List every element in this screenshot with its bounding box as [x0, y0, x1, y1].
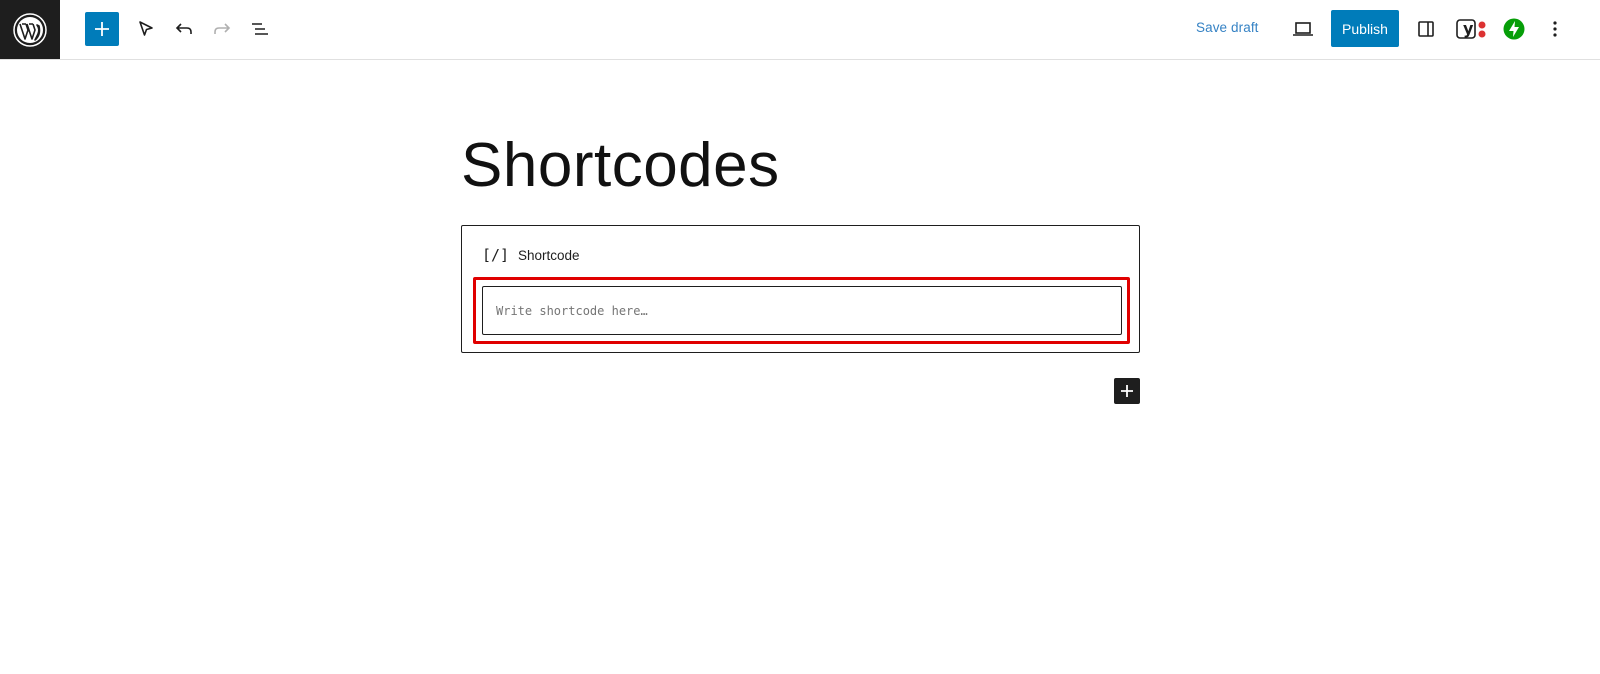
list-view-icon — [252, 23, 268, 35]
sidebar-settings-icon — [1418, 21, 1434, 37]
jetpack-bolt-icon — [1503, 18, 1525, 40]
save-draft-button[interactable]: Save draft — [1196, 20, 1259, 35]
shortcode-input[interactable] — [482, 286, 1122, 335]
redo-button[interactable] — [204, 11, 240, 47]
svg-text:y: y — [1463, 19, 1474, 38]
yoast-seo-icon: y — [1456, 19, 1486, 39]
undo-button[interactable] — [166, 11, 202, 47]
options-button[interactable] — [1537, 11, 1573, 47]
plus-icon — [1121, 385, 1133, 397]
plus-icon — [95, 22, 109, 36]
publish-button[interactable]: Publish — [1331, 10, 1399, 47]
document-overview-button[interactable] — [242, 11, 278, 47]
undo-icon — [175, 23, 192, 34]
preview-button[interactable] — [1285, 11, 1321, 47]
shortcode-block[interactable]: [/] Shortcode — [461, 225, 1140, 353]
select-pointer-icon — [139, 21, 153, 36]
more-vertical-icon — [1553, 21, 1557, 37]
redo-icon — [214, 23, 231, 34]
jetpack-button[interactable] — [1496, 11, 1532, 47]
wordpress-logo-icon[interactable] — [0, 0, 60, 59]
laptop-preview-icon — [1293, 22, 1313, 36]
settings-button[interactable] — [1408, 11, 1444, 47]
inline-add-block-button[interactable] — [1114, 378, 1140, 404]
editor-header: Save draft Publish y — [0, 0, 1600, 60]
shortcode-icon: [/] — [482, 246, 510, 264]
post-title[interactable]: Shortcodes — [461, 130, 780, 201]
select-tool-button[interactable] — [128, 11, 164, 47]
block-label: Shortcode — [518, 247, 580, 263]
block-header: [/] Shortcode — [482, 246, 580, 264]
highlight-box — [473, 277, 1130, 344]
yoast-seo-button[interactable]: y — [1452, 11, 1492, 47]
add-block-button[interactable] — [85, 12, 119, 46]
